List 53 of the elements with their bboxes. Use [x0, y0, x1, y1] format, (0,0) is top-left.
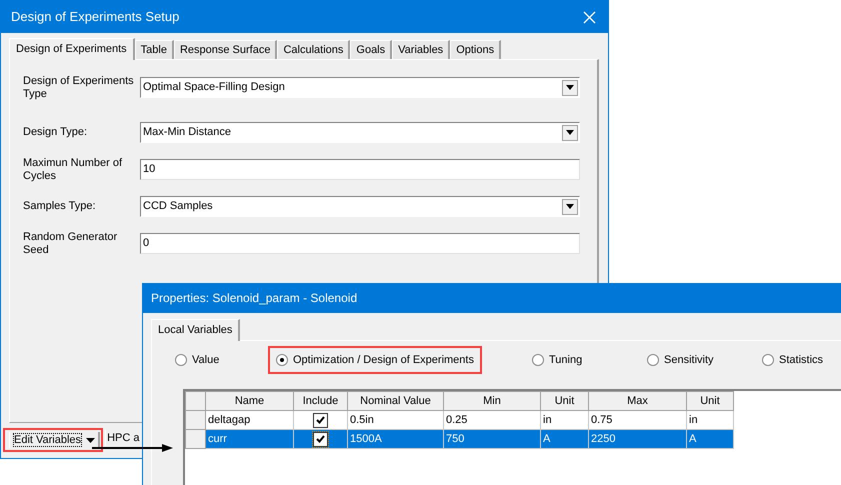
column-header[interactable]: Min — [444, 392, 540, 410]
radio-button[interactable] — [647, 354, 659, 366]
window-title: Properties: Solenoid_param - Solenoid — [151, 290, 358, 307]
column-header[interactable]: Unit — [540, 392, 588, 410]
tab[interactable]: Local Variables — [151, 319, 240, 341]
dropdown[interactable]: Max-Min Distance — [140, 122, 580, 143]
checkbox[interactable] — [313, 412, 328, 428]
radio-button[interactable] — [175, 354, 187, 366]
column-header[interactable]: Name — [206, 392, 294, 410]
tab[interactable]: Calculations — [277, 40, 350, 59]
dropdown[interactable]: Optimal Space-Filling Design — [140, 77, 580, 98]
table-cell: 750 — [444, 430, 540, 448]
radio-button[interactable] — [532, 354, 544, 366]
tab[interactable]: Design of Experiments — [9, 38, 135, 60]
row-header[interactable] — [186, 410, 206, 430]
dropdown[interactable]: CCD Samples — [140, 196, 580, 217]
radio-button[interactable] — [762, 354, 774, 366]
radio-label: Statistics — [779, 352, 824, 368]
table-cell: A — [686, 430, 734, 448]
radio-label: Sensitivity — [664, 352, 714, 368]
column-header[interactable]: Max — [588, 392, 686, 410]
field-label: Maximun Number of Cycles — [23, 156, 124, 182]
radio-button[interactable] — [276, 354, 288, 366]
window-title: Design of Experiments Setup — [11, 8, 180, 26]
row-header[interactable] — [186, 430, 206, 448]
radio-label: Tuning — [549, 352, 582, 368]
field-label: Random Generator Seed — [23, 230, 118, 256]
input-field[interactable]: 0 — [140, 233, 580, 254]
column-header[interactable]: Unit — [686, 392, 734, 410]
table-cell: A — [540, 430, 588, 448]
checkbox[interactable] — [313, 432, 328, 446]
radio-label: Optimization / Design of Experiments — [293, 352, 474, 368]
input-field[interactable]: 10 — [140, 159, 580, 180]
tab[interactable]: Goals — [350, 40, 392, 59]
corner-header — [186, 392, 206, 410]
close-icon[interactable] — [583, 10, 596, 24]
menu-button[interactable]: Edit Variables — [9, 432, 100, 448]
field-label: Design Type: — [23, 126, 88, 139]
table-cell: 2250 — [588, 430, 686, 448]
check-icon — [316, 435, 325, 443]
tab[interactable]: Table — [134, 40, 174, 59]
table-cell: 1500A — [348, 430, 444, 448]
field-label: Samples Type: — [23, 200, 97, 213]
tab[interactable]: Variables — [392, 40, 450, 59]
tab[interactable]: Options — [450, 40, 502, 59]
table-cell: curr — [206, 430, 294, 448]
tab[interactable]: Response Surface — [174, 40, 278, 59]
column-header[interactable]: Include — [294, 392, 348, 410]
field-label: Design of Experiments Type — [23, 74, 135, 100]
radio-label: Value — [192, 352, 220, 368]
check-icon — [316, 416, 325, 424]
column-header[interactable]: Nominal Value — [348, 392, 444, 410]
caret-icon — [86, 438, 96, 442]
